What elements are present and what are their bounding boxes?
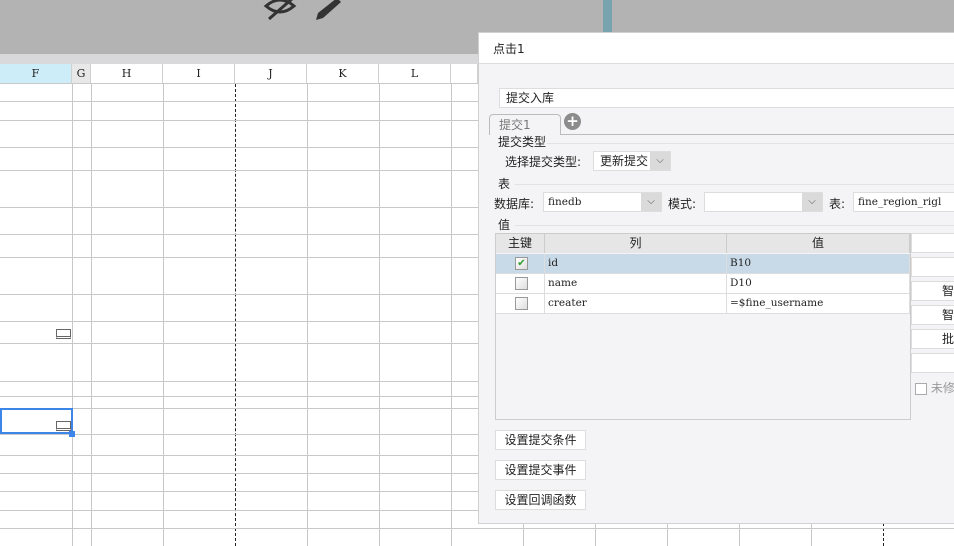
checkbox-icon bbox=[915, 382, 927, 395]
set-submit-event-button[interactable]: 设置提交事件 bbox=[495, 460, 586, 480]
side-button[interactable] bbox=[911, 257, 954, 277]
add-tab-icon[interactable]: + bbox=[564, 113, 581, 130]
section-submit-type: 提交类型 bbox=[498, 135, 547, 149]
chevron-down-icon: ⌵ bbox=[641, 193, 661, 211]
column-header[interactable]: H bbox=[91, 64, 163, 84]
section-values: 值 bbox=[498, 218, 511, 232]
grid-line bbox=[72, 84, 73, 546]
column-header[interactable]: F bbox=[0, 64, 72, 84]
chevron-down-icon: ⌵ bbox=[802, 193, 822, 211]
set-submit-condition-button[interactable]: 设置提交条件 bbox=[495, 430, 586, 450]
header-column[interactable]: 列 bbox=[545, 234, 727, 253]
column-header[interactable]: J bbox=[235, 64, 307, 84]
unmodified-label: 未修 bbox=[930, 381, 954, 395]
side-button[interactable]: 批量 bbox=[911, 329, 954, 349]
divider bbox=[547, 143, 954, 144]
unmodified-checkbox[interactable]: 未修 bbox=[915, 379, 954, 396]
section-table: 表 bbox=[498, 177, 511, 191]
header-value[interactable]: 值 bbox=[727, 234, 910, 253]
schema-select[interactable]: ⌵ bbox=[704, 192, 823, 212]
column-header[interactable]: I bbox=[163, 64, 235, 84]
value-cell[interactable]: B10 bbox=[727, 254, 910, 273]
submit-type-value: 更新提交 bbox=[600, 154, 649, 168]
side-button[interactable]: 智 bbox=[911, 233, 954, 253]
tab-divider bbox=[561, 134, 954, 135]
checkbox-icon[interactable] bbox=[515, 277, 528, 290]
scrollbar[interactable] bbox=[603, 0, 612, 34]
dialog-title: 点击1 bbox=[479, 33, 954, 64]
column-cell[interactable]: id bbox=[545, 254, 727, 273]
table-row[interactable]: creater =$fine_username bbox=[496, 294, 910, 314]
grid-line bbox=[163, 84, 164, 546]
submit-dialog: 点击1 提交入库 提交1 + 提交类型 选择提交类型: 更新提交 ⌵ 表 数据库:… bbox=[478, 32, 954, 524]
column-header[interactable] bbox=[451, 64, 478, 84]
page-break-line bbox=[235, 84, 236, 546]
side-button[interactable]: 智能 bbox=[911, 305, 954, 325]
column-cell[interactable]: creater bbox=[545, 294, 727, 313]
value-cell[interactable]: D10 bbox=[727, 274, 910, 293]
selected-cell[interactable] bbox=[0, 408, 73, 434]
key-cell: ✔ bbox=[496, 254, 545, 273]
submit-type-label: 选择提交类型: bbox=[505, 155, 582, 169]
table-row[interactable]: ✔ id B10 bbox=[496, 254, 910, 274]
checkbox-icon[interactable] bbox=[515, 297, 528, 310]
submit-type-select[interactable]: 更新提交 ⌵ bbox=[593, 151, 671, 171]
key-cell bbox=[496, 294, 545, 313]
grid-line bbox=[379, 84, 380, 546]
name-input[interactable]: 提交入库 bbox=[499, 88, 954, 108]
column-cell[interactable]: name bbox=[545, 274, 727, 293]
schema-label: 模式: bbox=[668, 197, 697, 211]
grid-line bbox=[451, 84, 452, 546]
grid-line bbox=[307, 84, 308, 546]
set-callback-button[interactable]: 设置回调函数 bbox=[495, 490, 586, 510]
grid-line bbox=[91, 84, 92, 546]
table-label: 表: bbox=[829, 197, 846, 211]
db-select[interactable]: finedb ⌵ bbox=[543, 192, 662, 212]
column-header[interactable]: G bbox=[72, 64, 91, 84]
divider bbox=[515, 225, 954, 226]
widget-icon[interactable] bbox=[56, 329, 71, 339]
value-cell[interactable]: =$fine_username bbox=[727, 294, 910, 313]
tab-submit1[interactable]: 提交1 bbox=[489, 114, 561, 135]
grid-line bbox=[0, 528, 954, 529]
pencil-icon[interactable] bbox=[315, 0, 343, 20]
header-key[interactable]: 主键 bbox=[496, 234, 545, 253]
divider bbox=[515, 184, 954, 185]
db-value: finedb bbox=[548, 196, 582, 208]
side-button[interactable] bbox=[911, 353, 954, 373]
table-input[interactable]: fine_region_rigl bbox=[853, 192, 954, 212]
key-cell bbox=[496, 274, 545, 293]
table-row[interactable]: name D10 bbox=[496, 274, 910, 294]
column-header[interactable]: L bbox=[379, 64, 451, 84]
column-header[interactable]: K bbox=[307, 64, 379, 84]
chevron-down-icon: ⌵ bbox=[650, 152, 670, 170]
db-label: 数据库: bbox=[494, 197, 535, 211]
side-button[interactable]: 智能 bbox=[911, 281, 954, 301]
fill-handle[interactable] bbox=[69, 431, 75, 437]
values-table: 主键 列 值 ✔ id B10 name D10 creater =$fine_… bbox=[495, 233, 911, 420]
eye-off-icon[interactable] bbox=[263, 0, 297, 20]
checkbox-checked-icon[interactable]: ✔ bbox=[515, 257, 528, 270]
